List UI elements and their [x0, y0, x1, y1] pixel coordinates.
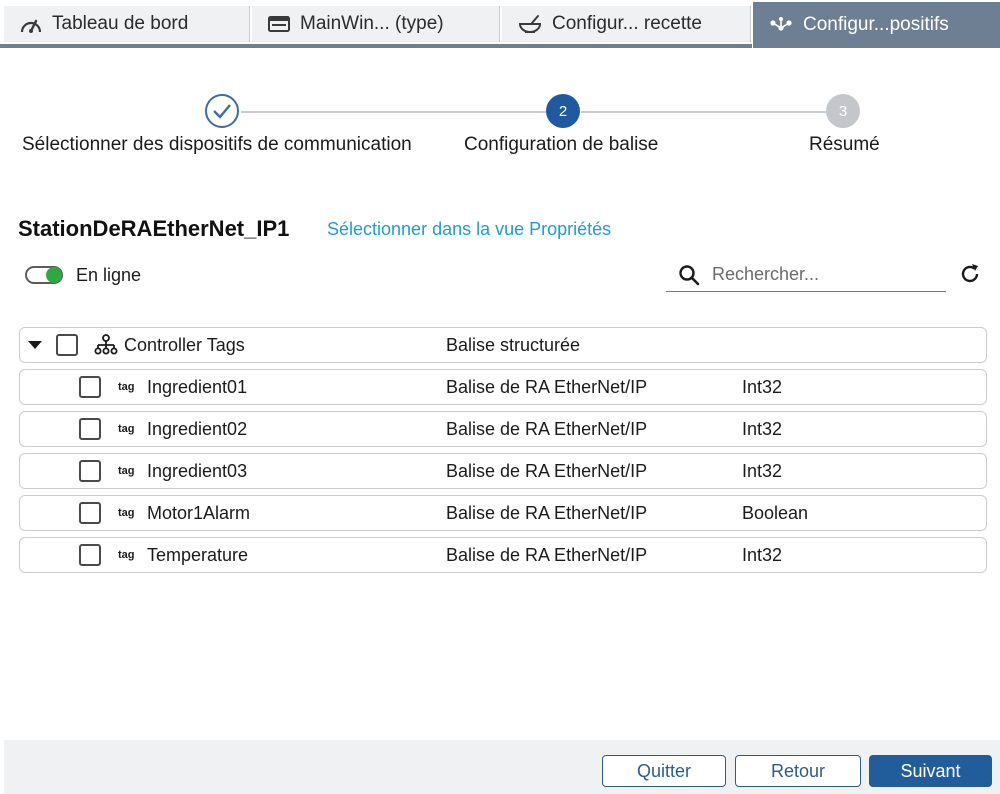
tag-name: Motor1Alarm	[147, 502, 251, 523]
step-1-circle	[205, 94, 239, 128]
tag-type: Balise de RA EtherNet/IP	[446, 376, 648, 397]
tag-name: Ingredient02	[147, 418, 248, 439]
online-toggle[interactable]	[25, 266, 63, 284]
tag-datatype: Int32	[742, 376, 783, 397]
step-connector	[241, 111, 546, 113]
tab-mainwindow[interactable]: MainWin... (type)	[252, 6, 500, 42]
tag-datatype: Int32	[742, 460, 783, 481]
tag-name: Ingredient01	[147, 376, 248, 397]
tag-icon: tag	[118, 549, 135, 561]
wizard-stepper: 2 3 Sélectionner des dispositifs de comm…	[0, 90, 1000, 170]
tag-type: Balise de RA EtherNet/IP	[446, 544, 648, 565]
tab-label: Configur...positifs	[803, 14, 949, 35]
quit-button[interactable]: Quitter	[602, 755, 726, 787]
table-row[interactable]: tag Motor1Alarm Balise de RA EtherNet/IP…	[19, 495, 987, 531]
step-3-label: Résumé	[809, 134, 880, 155]
table-row[interactable]: tag Ingredient02 Balise de RA EtherNet/I…	[19, 411, 987, 447]
tab-label: Configur... recette	[552, 13, 702, 34]
table-row[interactable]: tag Ingredient01 Balise de RA EtherNet/I…	[19, 369, 987, 405]
tree-root-row[interactable]: Controller Tags Balise structurée	[19, 327, 987, 363]
toggle-knob	[46, 267, 62, 283]
back-button[interactable]: Retour	[735, 755, 861, 787]
dashboard-icon	[20, 19, 42, 33]
tab-device-config[interactable]: Configur...positifs	[753, 2, 1000, 48]
search-input[interactable]	[710, 263, 934, 286]
step-number: 3	[838, 102, 848, 120]
table-row[interactable]: tag Ingredient03 Balise de RA EtherNet/I…	[19, 453, 987, 489]
tab-dashboard[interactable]: Tableau de bord	[4, 6, 250, 42]
window-icon	[268, 16, 290, 32]
row-checkbox[interactable]	[79, 502, 101, 524]
tag-datatype: Int32	[742, 544, 783, 565]
tab-bar-underline	[0, 44, 752, 48]
step-connector	[581, 111, 826, 113]
search-box	[666, 258, 946, 292]
tag-name: Temperature	[147, 544, 249, 565]
tag-icon: tag	[118, 381, 135, 393]
tag-type: Balise de RA EtherNet/IP	[446, 418, 648, 439]
step-3-circle: 3	[826, 94, 860, 128]
tab-recipe-config[interactable]: Configur... recette	[502, 6, 751, 42]
tab-bar: Tableau de bord MainWin... (type) Config…	[0, 0, 1000, 48]
refresh-icon[interactable]	[958, 262, 982, 286]
tag-type: Balise de RA EtherNet/IP	[446, 502, 648, 523]
step-1-label: Sélectionner des dispositifs de communic…	[22, 134, 412, 155]
search-icon	[679, 264, 700, 285]
table-row[interactable]: tag Temperature Balise de RA EtherNet/IP…	[19, 537, 987, 573]
checkmark-icon	[213, 104, 231, 119]
step-2-circle: 2	[546, 94, 580, 128]
recipe-bowl-icon	[518, 15, 542, 33]
tag-type: Balise de RA EtherNet/IP	[446, 460, 648, 481]
tag-icon: tag	[118, 423, 135, 435]
next-button[interactable]: Suivant	[869, 755, 992, 787]
tab-label: Tableau de bord	[52, 13, 189, 34]
tag-datatype: Int32	[742, 418, 783, 439]
tag-icon: tag	[118, 507, 135, 519]
root-name: Controller Tags	[124, 334, 245, 355]
step-number: 2	[558, 102, 568, 120]
row-checkbox[interactable]	[79, 460, 101, 482]
tag-datatype: Boolean	[742, 502, 809, 523]
row-checkbox[interactable]	[79, 376, 101, 398]
online-toggle-label: En ligne	[76, 265, 142, 285]
tab-label: MainWin... (type)	[300, 13, 444, 34]
row-checkbox[interactable]	[79, 544, 101, 566]
tag-name: Ingredient03	[147, 460, 248, 481]
root-type: Balise structurée	[446, 334, 581, 355]
step-2-label: Configuration de balise	[464, 134, 659, 155]
tag-icon: tag	[118, 465, 135, 477]
root-checkbox[interactable]	[56, 334, 78, 356]
select-in-properties-link[interactable]: Sélectionner dans la vue Propriétés	[327, 219, 611, 240]
hierarchy-icon	[94, 334, 118, 355]
devices-network-icon	[770, 17, 792, 31]
station-title: StationDeRAEtherNet_IP1	[18, 216, 290, 241]
row-checkbox[interactable]	[79, 418, 101, 440]
collapse-caret-icon[interactable]	[28, 341, 42, 349]
